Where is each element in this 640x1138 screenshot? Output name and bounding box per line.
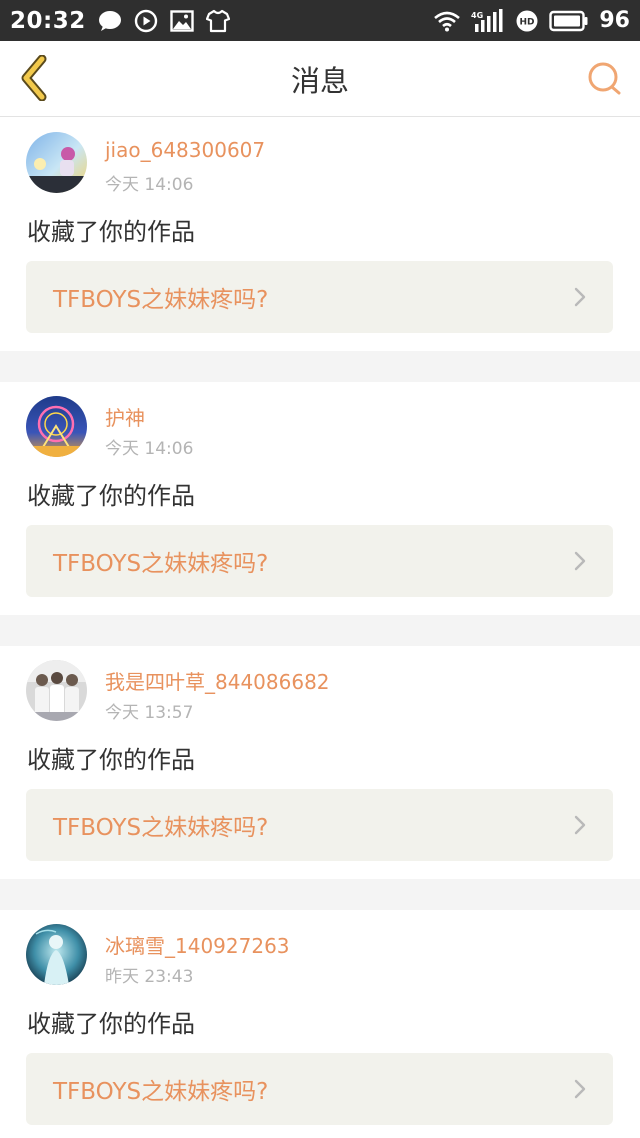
- play-circle-icon: [134, 9, 158, 33]
- wifi-icon: [433, 10, 461, 32]
- chat-bubble-icon: [98, 10, 122, 32]
- tshirt-icon: [205, 9, 230, 33]
- battery-percent: 96: [599, 8, 630, 33]
- page-title: 消息: [290, 64, 349, 98]
- message-card: 冰璃雪_140927263 昨天 23:43 收藏了你的作品 TFBOYS之妹妹…: [0, 910, 640, 1138]
- app-header: 消息: [0, 41, 640, 117]
- chevron-left-icon: [21, 55, 47, 101]
- search-icon: [588, 62, 621, 95]
- chevron-right-icon: [573, 814, 587, 836]
- message-card: jiao_648300607 今天 14:06 收藏了你的作品 TFBOYS之妹…: [0, 118, 640, 351]
- card-divider: [0, 879, 640, 910]
- action-text: 收藏了你的作品: [27, 218, 195, 246]
- work-title: TFBOYS之妹妹疼吗?: [53, 815, 269, 841]
- message-list: jiao_648300607 今天 14:06 收藏了你的作品 TFBOYS之妹…: [0, 118, 640, 1138]
- status-time: 20:32: [10, 7, 86, 34]
- chevron-right-icon: [573, 550, 587, 572]
- action-text: 收藏了你的作品: [27, 746, 195, 774]
- message-card: 我是四叶草_844086682 今天 13:57 收藏了你的作品 TFBOYS之…: [0, 646, 640, 879]
- gallery-icon: [170, 9, 194, 32]
- username[interactable]: 我是四叶草_844086682: [105, 666, 330, 695]
- hd-icon: HD: [515, 9, 539, 33]
- work-link[interactable]: TFBOYS之妹妹疼吗?: [26, 789, 613, 861]
- status-bar: 20:32 4G HD 96: [0, 0, 640, 41]
- username[interactable]: 冰璃雪_140927263: [105, 930, 290, 959]
- timestamp: 今天 14:06: [105, 175, 194, 195]
- action-text: 收藏了你的作品: [27, 482, 195, 510]
- timestamp: 今天 13:57: [105, 703, 194, 723]
- timestamp: 昨天 23:43: [105, 967, 194, 987]
- work-link[interactable]: TFBOYS之妹妹疼吗?: [26, 525, 613, 597]
- username[interactable]: 护神: [105, 402, 145, 431]
- chevron-right-icon: [573, 286, 587, 308]
- message-card: 护神 今天 14:06 收藏了你的作品 TFBOYS之妹妹疼吗?: [0, 382, 640, 615]
- avatar[interactable]: [26, 924, 87, 985]
- work-title: TFBOYS之妹妹疼吗?: [53, 1079, 269, 1105]
- work-title: TFBOYS之妹妹疼吗?: [53, 287, 269, 313]
- network-type: 4G: [471, 11, 483, 20]
- battery-icon: [549, 10, 589, 32]
- card-divider: [0, 351, 640, 382]
- work-link[interactable]: TFBOYS之妹妹疼吗?: [26, 261, 613, 333]
- work-title: TFBOYS之妹妹疼吗?: [53, 551, 269, 577]
- back-button[interactable]: [12, 54, 58, 102]
- work-link[interactable]: TFBOYS之妹妹疼吗?: [26, 1053, 613, 1125]
- signal-icon: 4G: [471, 8, 505, 33]
- username[interactable]: jiao_648300607: [105, 138, 265, 162]
- action-text: 收藏了你的作品: [27, 1010, 195, 1038]
- chevron-right-icon: [573, 1078, 587, 1100]
- search-button[interactable]: [582, 57, 626, 101]
- avatar[interactable]: [26, 132, 87, 193]
- avatar[interactable]: [26, 396, 87, 457]
- avatar[interactable]: [26, 660, 87, 721]
- timestamp: 今天 14:06: [105, 439, 194, 459]
- svg-text:HD: HD: [520, 17, 535, 27]
- card-divider: [0, 615, 640, 646]
